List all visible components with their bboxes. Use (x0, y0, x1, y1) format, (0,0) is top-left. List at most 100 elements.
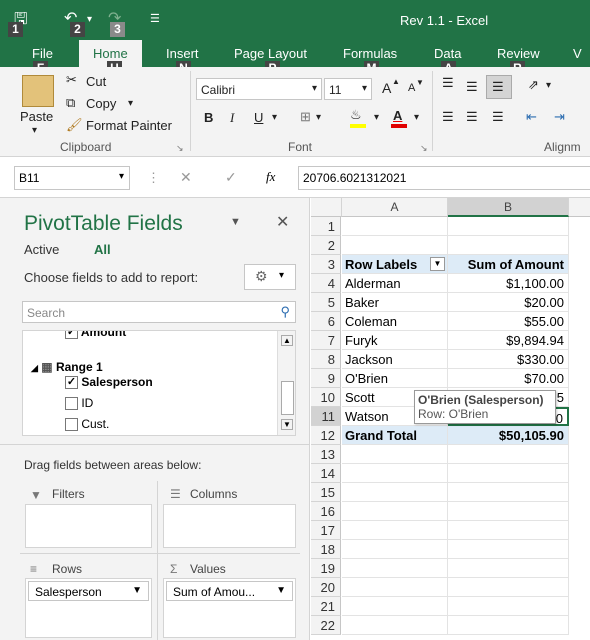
paste-icon[interactable] (22, 75, 54, 107)
grand-total-value[interactable]: $50,105.90 (448, 426, 569, 445)
pivot-row-label[interactable]: Alderman (342, 274, 448, 293)
borders-icon[interactable]: ⊞ (300, 109, 311, 125)
empty-cell[interactable] (448, 236, 569, 255)
tools-button[interactable]: ⚙ ▾ (244, 264, 296, 290)
font-color-dropdown-icon[interactable]: ▾ (414, 112, 419, 123)
row-header[interactable]: 4 (311, 274, 341, 293)
align-top-icon[interactable]: ☰ (442, 75, 454, 91)
undo-dropdown-icon[interactable]: ▾ (87, 14, 92, 25)
align-middle-icon[interactable]: ☰ (466, 79, 478, 95)
filter-dropdown-icon[interactable]: ▼ (430, 257, 445, 271)
empty-cell[interactable] (342, 521, 448, 540)
empty-cell[interactable] (448, 464, 569, 483)
empty-cell[interactable] (448, 217, 569, 236)
insert-function-button[interactable]: fx (266, 169, 275, 185)
values-area[interactable]: Sum of Amou... ▼ (163, 578, 296, 638)
empty-cell[interactable] (342, 217, 448, 236)
row-header[interactable]: 6 (311, 312, 341, 331)
borders-dropdown-icon[interactable]: ▾ (316, 112, 321, 123)
empty-cell[interactable] (448, 445, 569, 464)
row-header[interactable]: 5 (311, 293, 341, 312)
rows-area[interactable]: Salesperson ▼ (25, 578, 152, 638)
pivot-row-label[interactable]: O'Brien (342, 369, 448, 388)
checkbox-unchecked-icon[interactable] (65, 418, 78, 432)
shrink-font-button[interactable]: A (408, 82, 415, 94)
empty-cell[interactable] (342, 540, 448, 559)
empty-cell[interactable] (448, 502, 569, 521)
scroll-thumb[interactable] (281, 381, 294, 415)
field-item[interactable]: ✓ Amount (65, 331, 126, 340)
grand-total-label[interactable]: Grand Total (342, 426, 448, 445)
row-header[interactable]: 11 (311, 407, 341, 426)
row-header[interactable]: 10 (311, 388, 341, 407)
orientation-dropdown-icon[interactable]: ▾ (546, 80, 551, 91)
copy-icon[interactable]: ⧉ (66, 95, 75, 111)
row-header[interactable]: 14 (311, 464, 341, 483)
empty-cell[interactable] (448, 597, 569, 616)
format-painter-icon[interactable]: 🖌 (66, 117, 83, 133)
pivot-value-cell[interactable]: $9,894.94 (448, 331, 569, 350)
tab-review[interactable]: Review (497, 46, 540, 61)
customize-qat-icon[interactable]: ☰ (150, 12, 160, 25)
rows-field-button[interactable]: Salesperson ▼ (28, 581, 149, 601)
row-header[interactable]: 9 (311, 369, 341, 388)
column-header-a[interactable]: A (342, 198, 448, 217)
close-icon[interactable]: ✕ (276, 212, 289, 232)
field-item[interactable]: ✓ Salesperson (65, 375, 153, 390)
panel-options-dropdown-icon[interactable]: ▼ (230, 216, 241, 228)
font-color-icon[interactable]: A (393, 108, 402, 123)
search-input[interactable]: Search ⚲ (22, 301, 296, 323)
empty-cell[interactable] (448, 540, 569, 559)
empty-cell[interactable] (448, 578, 569, 597)
clipboard-launcher-icon[interactable]: ↘ (176, 143, 184, 154)
fill-color-dropdown-icon[interactable]: ▾ (374, 112, 379, 123)
row-header[interactable]: 20 (311, 578, 341, 597)
underline-button[interactable]: U (254, 110, 263, 125)
row-header[interactable]: 1 (311, 217, 341, 236)
empty-cell[interactable] (342, 616, 448, 635)
pivot-row-label[interactable]: Furyk (342, 331, 448, 350)
pivot-header-sum-amount[interactable]: Sum of Amount (448, 255, 569, 274)
row-header[interactable]: 16 (311, 502, 341, 521)
enter-icon[interactable]: ✓ (225, 169, 237, 186)
pivot-row-label[interactable]: Jackson (342, 350, 448, 369)
empty-cell[interactable] (342, 445, 448, 464)
cut-button[interactable]: Cut (86, 74, 106, 89)
font-size-box[interactable]: 11 ▾ (324, 78, 372, 100)
row-header[interactable]: 19 (311, 559, 341, 578)
pivot-value-cell[interactable]: $330.00 (448, 350, 569, 369)
copy-dropdown-icon[interactable]: ▾ (128, 98, 133, 109)
empty-cell[interactable] (448, 559, 569, 578)
values-field-button[interactable]: Sum of Amou... ▼ (166, 581, 293, 601)
tab-insert[interactable]: Insert (166, 46, 199, 61)
row-header[interactable]: 8 (311, 350, 341, 369)
name-box[interactable]: B11 ▾ (14, 166, 130, 190)
row-header[interactable]: 13 (311, 445, 341, 464)
pivot-value-cell[interactable]: $70.00 (448, 369, 569, 388)
name-box-dropdown-icon[interactable]: ▾ (119, 171, 124, 182)
align-right-icon[interactable]: ☰ (492, 109, 504, 125)
row-header[interactable]: 22 (311, 616, 341, 635)
pivot-row-label[interactable]: Baker (342, 293, 448, 312)
decrease-indent-icon[interactable]: ⇤ (526, 109, 537, 125)
checkbox-unchecked-icon[interactable] (65, 397, 78, 411)
pivot-row-label[interactable]: Coleman (342, 312, 448, 331)
table-node[interactable]: ◢ ▦ Range 1 (31, 360, 103, 374)
formula-input[interactable]: 20706.6021312021 (298, 166, 590, 190)
increase-indent-icon[interactable]: ⇥ (554, 109, 565, 125)
checkbox-checked-icon[interactable]: ✓ (65, 331, 78, 340)
font-name-dropdown-icon[interactable]: ▾ (312, 83, 317, 94)
fill-color-icon[interactable]: ♨ (350, 107, 362, 123)
font-size-dropdown-icon[interactable]: ▾ (362, 83, 367, 94)
pivot-value-cell[interactable]: $55.00 (448, 312, 569, 331)
tab-file[interactable]: File (32, 46, 53, 61)
underline-dropdown-icon[interactable]: ▾ (272, 112, 277, 123)
font-launcher-icon[interactable]: ↘ (420, 143, 428, 154)
orientation-icon[interactable]: ⇗ (528, 77, 539, 93)
filters-area[interactable] (25, 504, 152, 548)
column-header-b[interactable]: B (448, 198, 569, 217)
empty-cell[interactable] (342, 236, 448, 255)
scroll-down-icon[interactable]: ▼ (281, 419, 293, 430)
empty-cell[interactable] (342, 464, 448, 483)
values-field-dropdown-icon[interactable]: ▼ (276, 585, 286, 596)
